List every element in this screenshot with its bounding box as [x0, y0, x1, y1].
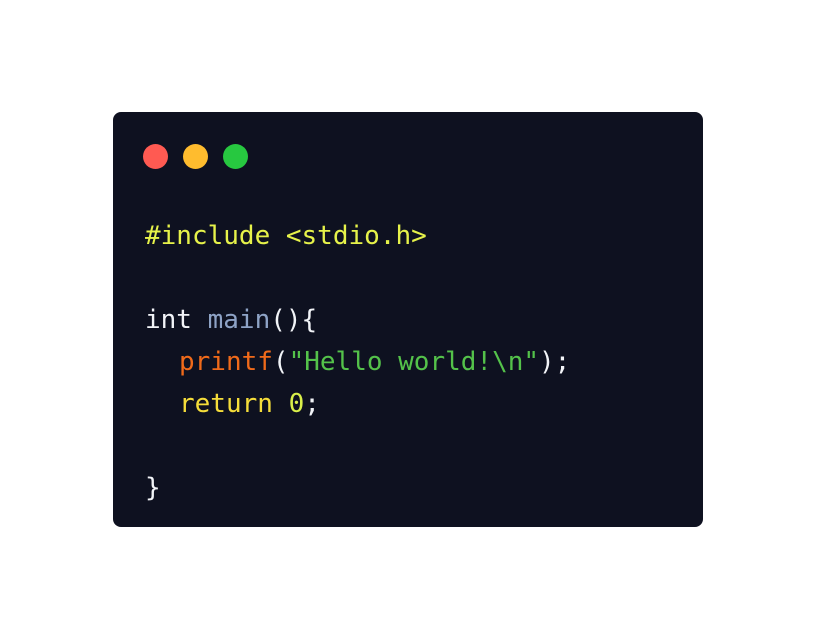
code-line-closing-brace: }: [145, 467, 570, 509]
close-dot-icon[interactable]: [143, 144, 168, 169]
string-literal: "Hello world!\n": [288, 347, 540, 377]
maximize-dot-icon[interactable]: [223, 144, 248, 169]
closing-brace: }: [145, 473, 161, 503]
function-call: printf: [179, 347, 273, 377]
open-paren: (: [272, 347, 289, 377]
minimize-dot-icon[interactable]: [183, 144, 208, 169]
code-line-main-signature: int main(){: [145, 299, 570, 341]
window-controls: [143, 144, 248, 169]
code-line-return: return 0;: [145, 383, 570, 425]
code-line-blank-1: [145, 257, 570, 299]
code-line-printf: printf("Hello world!\n");: [145, 341, 570, 383]
code-line-blank-2: [145, 425, 570, 467]
function-name: main: [207, 305, 271, 335]
close-statement: );: [539, 347, 571, 377]
code-line-include: #include <stdio.h>: [145, 215, 570, 257]
code-block: #include <stdio.h> int main(){printf("Hel…: [145, 215, 570, 509]
semicolon: ;: [304, 389, 320, 419]
code-window: #include <stdio.h> int main(){printf("Hel…: [113, 112, 703, 527]
type-keyword: int: [145, 305, 192, 335]
include-directive: #include <stdio.h>: [145, 221, 427, 251]
function-signature: (){: [270, 305, 318, 335]
return-keyword: return: [179, 389, 273, 419]
return-value: 0: [288, 389, 305, 419]
